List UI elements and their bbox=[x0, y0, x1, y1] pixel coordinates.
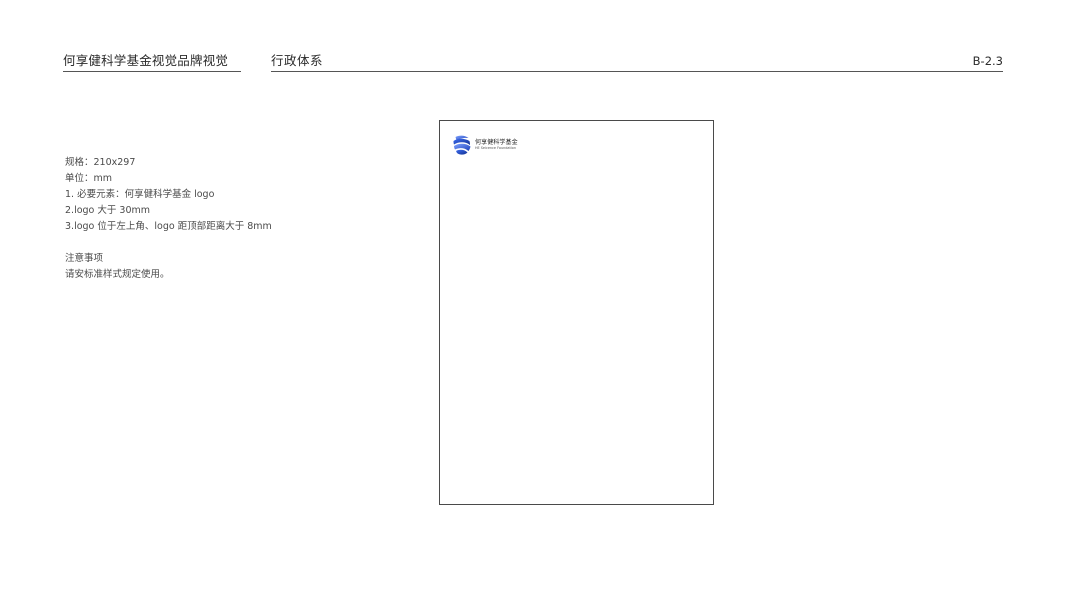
page-code: B-2.3 bbox=[972, 54, 1003, 68]
spec-line-required-elements: 1. 必要元素：何享健科学基金 logo bbox=[65, 189, 215, 200]
logo-text: 何享健科学基金 HE Seicence Foundation bbox=[475, 139, 518, 151]
letterhead-paper: 何享健科学基金 HE Seicence Foundation bbox=[439, 120, 714, 505]
spec-block: 规格：210x297 单位：mm 1. 必要元素：何享健科学基金 logo 2.… bbox=[65, 155, 272, 283]
brand-title-underline bbox=[63, 71, 241, 72]
foundation-globe-icon bbox=[453, 135, 471, 155]
notes-title: 注意事项 bbox=[65, 253, 104, 264]
spec-line-size: 规格：210x297 bbox=[65, 157, 136, 168]
brand-title: 何享健科学基金视觉品牌视觉 bbox=[63, 53, 229, 68]
foundation-logo: 何享健科学基金 HE Seicence Foundation bbox=[452, 134, 518, 156]
logo-subtitle: HE Seicence Foundation bbox=[475, 146, 517, 151]
logo-name: 何享健科学基金 bbox=[475, 139, 518, 147]
section-title: 行政体系 bbox=[271, 53, 324, 68]
notes-text: 请安标准样式规定使用。 bbox=[65, 269, 170, 280]
section-title-underline bbox=[271, 71, 1003, 72]
spec-line-logo-position: 3.logo 位于左上角、logo 距顶部距离大于 8mm bbox=[65, 221, 272, 232]
spec-line-unit: 单位：mm bbox=[65, 173, 113, 184]
spec-line-logo-size: 2.logo 大于 30mm bbox=[65, 205, 150, 216]
